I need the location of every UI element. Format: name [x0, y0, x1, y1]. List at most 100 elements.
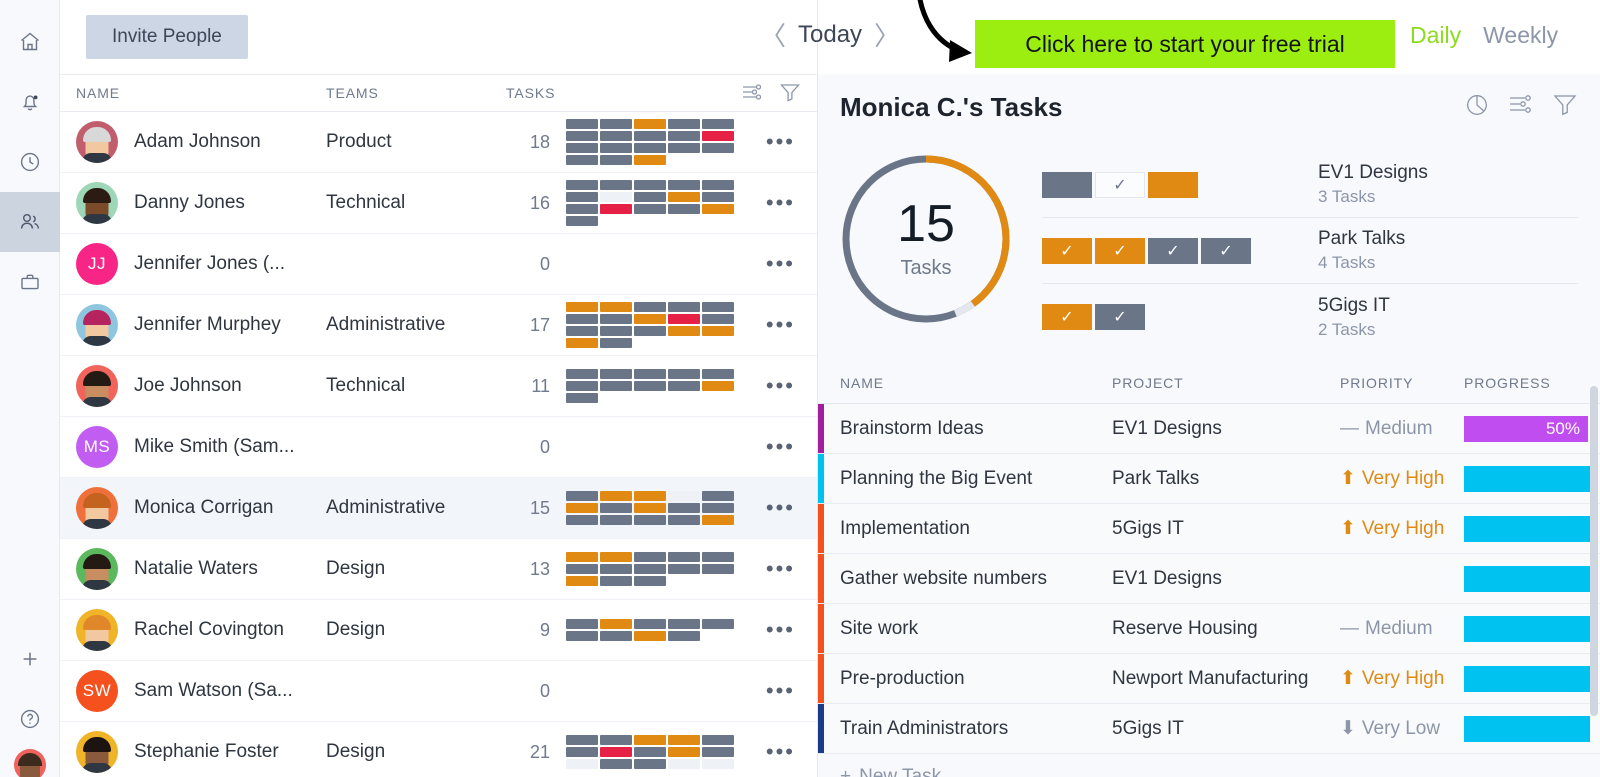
table-row[interactable]: MSMike Smith (Sam...0••• — [60, 417, 817, 478]
help-button[interactable] — [0, 689, 60, 749]
task-priority: ⬆Very High — [1340, 467, 1464, 490]
task-cell — [634, 302, 666, 312]
task-row[interactable]: Brainstorm IdeasEV1 Designs—Medium50% — [818, 404, 1600, 454]
row-menu-button[interactable]: ••• — [766, 556, 817, 582]
task-cell — [566, 631, 598, 641]
settings-sliders-icon[interactable] — [1508, 92, 1534, 123]
task-row[interactable]: Gather website numbersEV1 Designs — [818, 554, 1600, 604]
task-name: Gather website numbers — [840, 568, 1112, 590]
row-menu-button[interactable]: ••• — [766, 617, 817, 643]
table-row[interactable]: Rachel CovingtonDesign9••• — [60, 600, 817, 661]
task-cell — [702, 491, 734, 501]
row-menu-button[interactable]: ••• — [766, 251, 817, 277]
row-menu-button[interactable]: ••• — [766, 678, 817, 704]
task-cell — [702, 302, 734, 312]
settings-sliders-icon[interactable] — [741, 82, 763, 105]
task-list-scrollbar[interactable] — [1590, 386, 1598, 716]
person-task-count: 18 — [506, 132, 550, 153]
table-row[interactable]: Natalie WatersDesign13••• — [60, 539, 817, 600]
task-cell — [634, 155, 666, 165]
tab-daily[interactable]: Daily — [1410, 22, 1461, 49]
free-trial-banner-button[interactable]: Click here to start your free trial — [975, 20, 1395, 68]
task-cell — [634, 503, 666, 513]
column-header-project: PROJECT — [1112, 375, 1340, 391]
progress-bar — [1464, 616, 1590, 642]
progress-bar — [1464, 466, 1590, 492]
filter-icon[interactable] — [1552, 92, 1578, 123]
filter-icon[interactable] — [779, 82, 801, 105]
period-toggle: Daily Weekly — [1410, 22, 1558, 49]
table-row[interactable]: JJJennifer Jones (...0••• — [60, 234, 817, 295]
task-cell — [702, 619, 734, 629]
sidebar-item-home[interactable] — [0, 12, 60, 72]
add-button[interactable] — [0, 629, 60, 689]
task-name: Planning the Big Event — [840, 468, 1112, 490]
sidebar-item-time[interactable] — [0, 132, 60, 192]
table-row[interactable]: Stephanie FosterDesign21••• — [60, 722, 817, 777]
table-row[interactable]: Danny JonesTechnical16••• — [60, 173, 817, 234]
task-row[interactable]: Planning the Big EventPark Talks⬆Very Hi… — [818, 454, 1600, 504]
invite-people-button[interactable]: Invite People — [86, 15, 248, 59]
task-row[interactable]: Train Administrators5Gigs IT⬇Very Low — [818, 704, 1600, 754]
new-task-button[interactable]: + New Task — [818, 754, 1600, 777]
task-cell — [668, 143, 700, 153]
task-cell — [600, 143, 632, 153]
task-row[interactable]: Pre-productionNewport Manufacturing⬆Very… — [818, 654, 1600, 704]
task-cell — [566, 216, 598, 226]
row-menu-button[interactable]: ••• — [766, 312, 817, 338]
task-progress — [1464, 666, 1600, 692]
column-header-priority: PRIORITY — [1340, 375, 1464, 391]
task-row[interactable]: Implementation5Gigs IT⬆Very High — [818, 504, 1600, 554]
sidebar-item-notifications[interactable] — [0, 72, 60, 132]
project-summary-row[interactable]: ✓EV1 Designs3 Tasks — [1042, 152, 1578, 218]
column-header-task-name: NAME — [840, 375, 1112, 391]
next-day-button[interactable]: 〉 — [874, 16, 900, 53]
task-cell — [600, 619, 632, 629]
project-task-chips: ✓✓✓✓ — [1042, 238, 1302, 264]
avatar-hair — [83, 127, 111, 142]
avatar-hair — [83, 615, 111, 630]
table-row[interactable]: Monica CorriganAdministrative15••• — [60, 478, 817, 539]
task-cell — [566, 381, 598, 391]
today-label[interactable]: Today — [798, 21, 862, 49]
row-menu-button[interactable]: ••• — [766, 129, 817, 155]
row-menu-button[interactable]: ••• — [766, 434, 817, 460]
table-row[interactable]: SWSam Watson (Sa...0••• — [60, 661, 817, 722]
task-cell — [702, 552, 734, 562]
person-team: Design — [326, 741, 506, 763]
project-name: Park Talks — [1318, 228, 1405, 250]
clock-icon — [18, 150, 42, 174]
bell-icon — [18, 90, 42, 114]
task-name: Implementation — [840, 518, 1112, 540]
home-icon — [18, 30, 42, 54]
avatar-hair — [83, 310, 111, 325]
task-row[interactable]: Site workReserve Housing—Medium — [818, 604, 1600, 654]
table-row[interactable]: Joe JohnsonTechnical11••• — [60, 356, 817, 417]
column-header-teams: TEAMS — [326, 85, 506, 101]
row-menu-button[interactable]: ••• — [766, 190, 817, 216]
project-summary-row[interactable]: ✓✓5Gigs IT2 Tasks — [1042, 284, 1578, 350]
table-row[interactable]: Jennifer MurpheyAdministrative17••• — [60, 295, 817, 356]
sidebar-item-people[interactable] — [0, 192, 60, 252]
tab-weekly[interactable]: Weekly — [1483, 22, 1558, 49]
priority-label: Medium — [1365, 418, 1433, 440]
people-pane: Invite People NAME TEAMS TASKS — [60, 0, 818, 777]
person-name: Natalie Waters — [134, 558, 326, 580]
task-cell — [566, 491, 598, 501]
avatar-hair — [18, 753, 42, 766]
row-menu-button[interactable]: ••• — [766, 739, 817, 765]
table-row[interactable]: Adam JohnsonProduct18••• — [60, 112, 817, 173]
prev-day-button[interactable]: 〈 — [760, 16, 786, 53]
pie-chart-icon[interactable] — [1464, 92, 1490, 123]
project-summary-row[interactable]: ✓✓✓✓Park Talks4 Tasks — [1042, 218, 1578, 284]
avatar — [76, 487, 118, 529]
donut-chart-wrap: 15 Tasks — [828, 146, 1024, 362]
person-task-count: 17 — [506, 315, 550, 336]
row-menu-button[interactable]: ••• — [766, 495, 817, 521]
avatar-hair — [83, 493, 111, 508]
current-user-avatar[interactable] — [14, 749, 46, 777]
task-cell — [702, 381, 734, 391]
sidebar-item-workload[interactable] — [0, 252, 60, 312]
task-cell — [566, 552, 598, 562]
row-menu-button[interactable]: ••• — [766, 373, 817, 399]
